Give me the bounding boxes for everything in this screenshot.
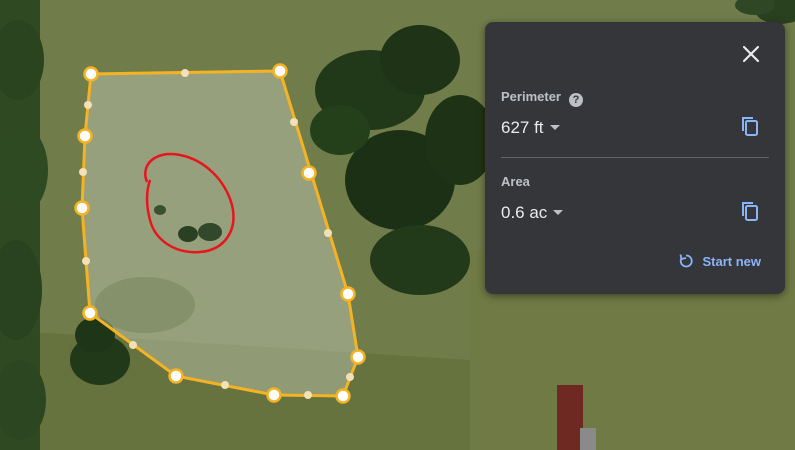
- area-unit-dropdown[interactable]: 0.6 ac: [501, 203, 564, 223]
- copy-area-icon[interactable]: [739, 200, 761, 222]
- chevron-down-icon: [549, 125, 560, 130]
- chevron-down-icon: [553, 210, 564, 215]
- start-new-button[interactable]: Start new: [678, 253, 761, 269]
- restart-icon: [680, 254, 694, 268]
- copy-perimeter-icon[interactable]: [739, 115, 761, 137]
- perimeter-unit-dropdown[interactable]: 627 ft: [501, 118, 560, 138]
- help-icon[interactable]: ?: [568, 93, 583, 107]
- area-label: Area: [501, 174, 530, 189]
- measure-distance-panel: Perimeter? 627 ft Area 0.6 ac Start new: [485, 22, 785, 294]
- close-icon[interactable]: [739, 42, 763, 66]
- perimeter-value: 627 ft: [501, 118, 544, 137]
- divider: [501, 157, 769, 158]
- area-value: 0.6 ac: [501, 203, 548, 222]
- perimeter-label: Perimeter?: [501, 89, 583, 107]
